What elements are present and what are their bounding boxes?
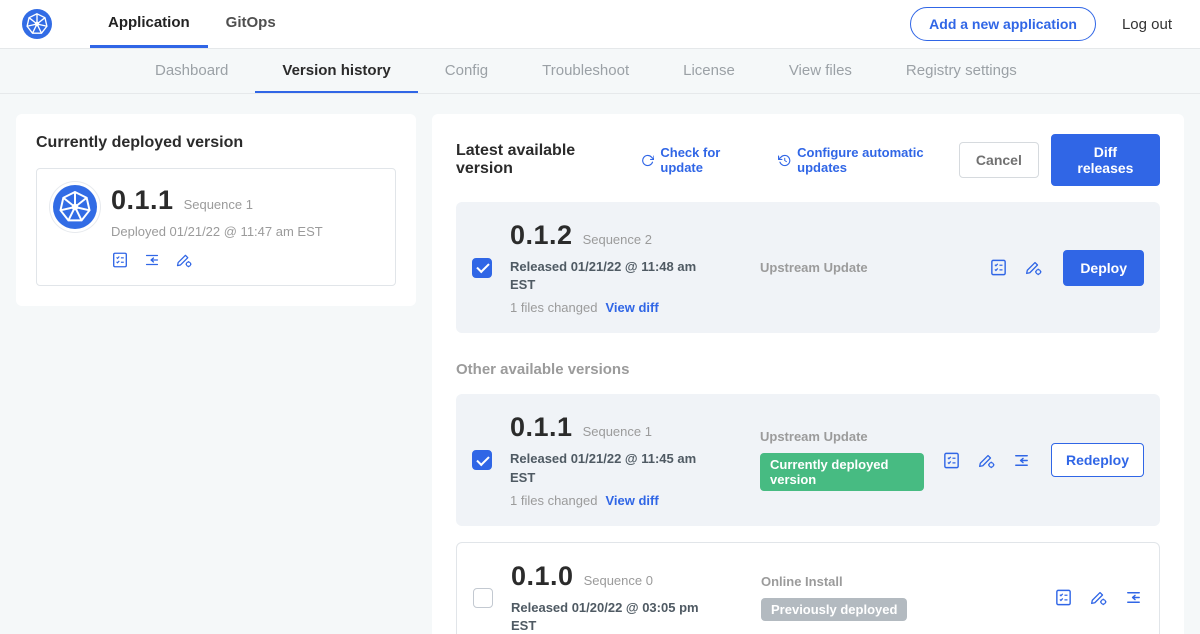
release-notes-icon[interactable]: [1054, 588, 1073, 607]
subtab-config[interactable]: Config: [418, 49, 515, 93]
top-tabs: Application GitOps: [90, 0, 294, 48]
files-changed-label: 1 files changed: [510, 493, 597, 508]
version-checkbox[interactable]: [472, 450, 492, 470]
release-notes-icon[interactable]: [942, 451, 961, 470]
subtab-troubleshoot[interactable]: Troubleshoot: [515, 49, 656, 93]
refresh-icon: [641, 153, 654, 168]
previously-deployed-badge: Previously deployed: [761, 598, 907, 621]
version-source-label: Upstream Update: [760, 429, 924, 444]
edit-config-icon[interactable]: [1089, 588, 1108, 607]
subtab-license[interactable]: License: [656, 49, 762, 93]
version-number: 0.1.0: [511, 561, 574, 592]
sequence-label: Sequence 1: [583, 424, 652, 439]
release-notes-icon[interactable]: [989, 258, 1008, 277]
currently-deployed-badge: Currently deployed version: [760, 453, 924, 491]
diff-releases-button[interactable]: Diff releases: [1051, 134, 1160, 186]
released-timestamp: Released 01/20/22 @ 03:05 pm EST: [511, 599, 711, 634]
deployed-timestamp: Deployed 01/21/22 @ 11:47 am EST: [111, 224, 323, 239]
auto-update-clock-icon: [778, 153, 791, 168]
diff-icon[interactable]: [1012, 451, 1031, 470]
deployed-sequence-label: Sequence 1: [184, 197, 253, 212]
subtab-dashboard[interactable]: Dashboard: [128, 49, 255, 93]
topnav-right: Add a new application Log out: [910, 0, 1178, 48]
version-row: 0.1.0 Sequence 0 Released 01/20/22 @ 03:…: [456, 542, 1160, 634]
sequence-label: Sequence 0: [584, 573, 653, 588]
edit-config-icon[interactable]: [175, 251, 193, 269]
subtab-registry-settings[interactable]: Registry settings: [879, 49, 1044, 93]
version-source-label: Upstream Update: [760, 260, 971, 275]
version-row: 0.1.1 Sequence 1 Released 01/21/22 @ 11:…: [456, 394, 1160, 525]
released-timestamp: Released 01/21/22 @ 11:45 am EST: [510, 450, 710, 486]
version-number: 0.1.1: [510, 412, 573, 443]
deployed-panel-title: Currently deployed version: [36, 134, 396, 152]
top-navbar: Application GitOps Add a new application…: [0, 0, 1200, 49]
view-diff-link[interactable]: View diff: [605, 493, 658, 508]
version-source-label: Online Install: [761, 574, 1036, 589]
deployed-version-number: 0.1.1: [111, 185, 174, 216]
cancel-button[interactable]: Cancel: [959, 142, 1039, 178]
currently-deployed-panel: Currently deployed version 0.1.1 Sequenc…: [16, 114, 416, 306]
release-notes-icon[interactable]: [111, 251, 129, 269]
view-diff-link[interactable]: View diff: [605, 300, 658, 315]
version-number: 0.1.2: [510, 220, 573, 251]
version-history-header: Latest available version Check for updat…: [456, 134, 1160, 186]
other-versions-heading: Other available versions: [456, 361, 1160, 378]
released-timestamp: Released 01/21/22 @ 11:48 am EST: [510, 258, 710, 294]
latest-version-title: Latest available version: [456, 142, 619, 178]
check-for-update-link[interactable]: Check for update: [641, 145, 756, 175]
kubernetes-app-icon: [53, 185, 97, 229]
redeploy-button[interactable]: Redeploy: [1051, 443, 1144, 477]
tab-gitops[interactable]: GitOps: [208, 0, 294, 48]
version-checkbox[interactable]: [473, 588, 493, 608]
files-changed-label: 1 files changed: [510, 300, 597, 315]
sequence-label: Sequence 2: [583, 232, 652, 247]
configure-auto-updates-link[interactable]: Configure automatic updates: [778, 145, 959, 175]
add-new-application-button[interactable]: Add a new application: [910, 7, 1096, 41]
diff-icon[interactable]: [143, 251, 161, 269]
deploy-button[interactable]: Deploy: [1063, 250, 1144, 286]
logout-link[interactable]: Log out: [1122, 16, 1172, 33]
deployed-version-card: 0.1.1 Sequence 1 Deployed 01/21/22 @ 11:…: [36, 168, 396, 286]
diff-icon[interactable]: [1124, 588, 1143, 607]
version-history-panel: Latest available version Check for updat…: [432, 114, 1184, 634]
kubernetes-logo-icon: [22, 0, 52, 48]
edit-config-icon[interactable]: [1024, 258, 1043, 277]
edit-config-icon[interactable]: [977, 451, 996, 470]
version-checkbox[interactable]: [472, 258, 492, 278]
subtab-view-files[interactable]: View files: [762, 49, 879, 93]
version-row: 0.1.2 Sequence 2 Released 01/21/22 @ 11:…: [456, 202, 1160, 333]
main-content: Currently deployed version 0.1.1 Sequenc…: [0, 94, 1200, 634]
subtab-version-history[interactable]: Version history: [255, 49, 417, 93]
tab-application[interactable]: Application: [90, 0, 208, 48]
app-subnav: Dashboard Version history Config Trouble…: [0, 49, 1200, 94]
